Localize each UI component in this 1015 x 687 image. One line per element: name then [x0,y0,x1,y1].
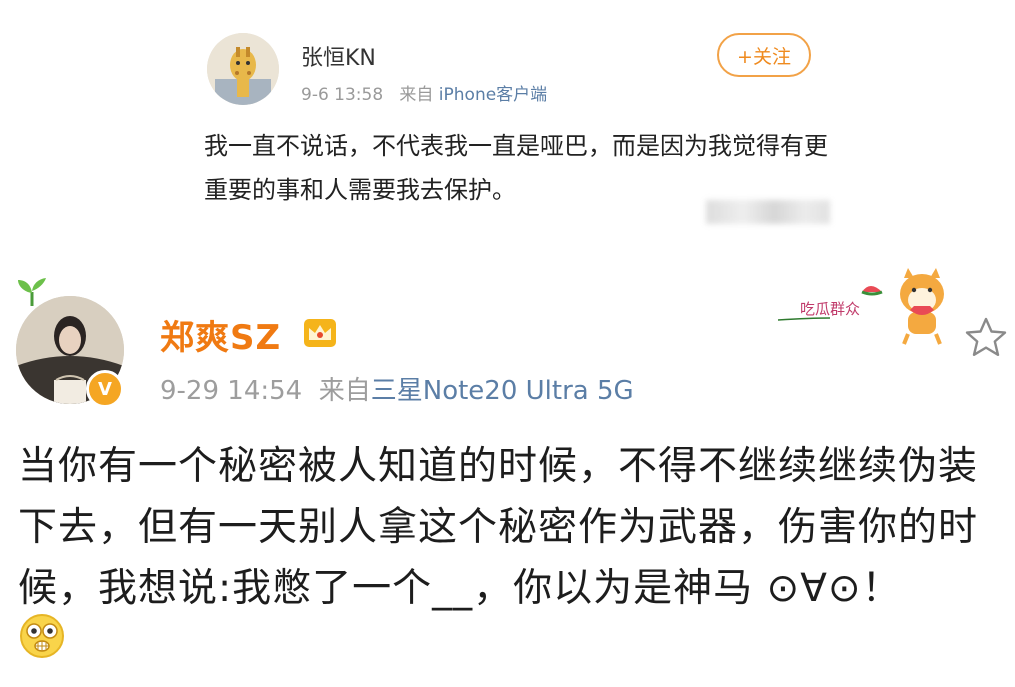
source-prefix: 来自 [399,85,434,105]
post-text: 当你有一个秘密被人知道的时候，不得不继续继续伪装下去，但有一天别人拿这个秘密作为… [18,444,979,611]
post-text: 我一直不说话，不代表我一直是哑巴，而是因为我觉得有更重要的事和人需要我去保护。 [204,132,828,204]
shocked-face-icon [20,614,64,658]
star-outline-icon[interactable] [964,316,1008,358]
post-meta: 9-29 14:54 来自三星Note20 Ultra 5G [160,370,634,407]
user-avatar[interactable] [207,33,279,105]
source-prefix: 来自 [318,376,371,406]
follow-button[interactable]: +关注 [717,33,811,77]
sticker-decoration: 吃瓜群众 [770,262,970,352]
source-device[interactable]: 三星Note20 Ultra 5G [371,376,634,406]
sticker-text: 吃瓜群众 [800,300,860,318]
post-time: 9-29 14:54 [160,376,303,406]
crown-icon[interactable] [303,318,337,348]
source-device[interactable]: iPhone客户端 [439,85,547,105]
username[interactable]: 郑爽SZ [160,310,281,359]
username[interactable]: 张恒KN [301,40,376,72]
blurred-watermark [706,200,830,224]
verified-badge: V [86,370,124,408]
post-meta: 9-6 13:58 来自 iPhone客户端 [301,80,547,105]
post-time: 9-6 13:58 [301,85,384,105]
